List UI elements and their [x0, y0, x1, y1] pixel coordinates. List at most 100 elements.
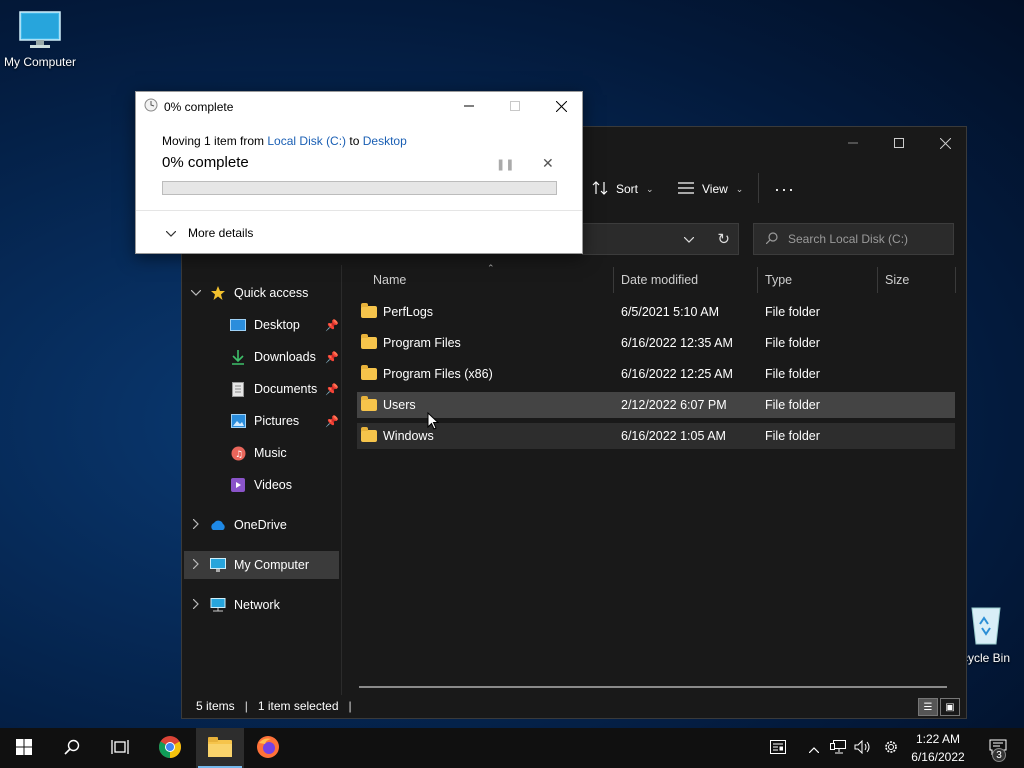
minimize-button[interactable]: [830, 127, 876, 159]
nav-desktop[interactable]: Desktop 📌: [184, 311, 339, 339]
maximize-button[interactable]: [876, 127, 922, 159]
more-options-button[interactable]: ···: [774, 171, 795, 207]
taskbar-clock[interactable]: 1:22 AM 6/16/2022: [904, 730, 972, 766]
source-link[interactable]: Local Disk (C:): [267, 134, 346, 148]
chevron-right-icon[interactable]: [184, 518, 208, 532]
chevron-down-icon: [165, 226, 177, 240]
address-bar[interactable]: ↻: [582, 223, 739, 255]
chevron-down-icon[interactable]: [184, 288, 208, 299]
notification-center-button[interactable]: 3: [978, 728, 1018, 768]
details-view-icon[interactable]: ☰: [918, 698, 938, 716]
clock-date: 6/16/2022: [911, 750, 965, 764]
table-row[interactable]: PerfLogs 6/5/2021 5:10 AM File folder: [357, 299, 955, 325]
cancel-icon[interactable]: ✕: [542, 155, 554, 172]
firefox-taskbar-button[interactable]: [244, 728, 292, 768]
more-details-label: More details: [188, 226, 254, 240]
desktop-icon: [228, 317, 248, 333]
large-icons-view-icon[interactable]: ▣: [940, 698, 960, 716]
pin-icon[interactable]: 📌: [325, 415, 339, 428]
sort-icon: [592, 180, 608, 198]
column-separator[interactable]: [757, 267, 758, 293]
dialog-divider: [136, 210, 582, 211]
chevron-right-icon[interactable]: [184, 558, 208, 572]
recycle-bin-icon: [966, 602, 1006, 649]
nav-my-computer[interactable]: My Computer: [184, 551, 339, 579]
view-icon: [678, 181, 694, 197]
minimize-button[interactable]: [446, 92, 492, 120]
nav-music[interactable]: ♫ Music: [184, 439, 339, 467]
cloud-icon: [208, 517, 228, 533]
monitor-icon: [18, 10, 62, 53]
destination-link[interactable]: Desktop: [363, 134, 407, 148]
close-button[interactable]: [538, 92, 584, 120]
documents-icon: [228, 381, 248, 397]
refresh-icon[interactable]: ↻: [717, 230, 730, 248]
news-icon: [770, 739, 786, 757]
network-tray-button[interactable]: [828, 728, 848, 768]
volume-tray-button[interactable]: [852, 728, 874, 768]
column-header-date[interactable]: Date modified: [621, 265, 757, 295]
desktop-my-computer[interactable]: My Computer: [0, 10, 80, 69]
folder-icon: [361, 303, 377, 318]
table-row-selected[interactable]: Users 2/12/2022 6:07 PM File folder: [357, 392, 955, 418]
nav-label: Downloads: [254, 350, 316, 364]
show-hidden-icons-button[interactable]: [806, 728, 822, 768]
search-placeholder: Search Local Disk (C:): [788, 232, 909, 246]
chevron-right-icon[interactable]: [184, 598, 208, 612]
folder-icon: [361, 427, 377, 442]
music-icon: ♫: [228, 445, 248, 461]
star-icon: [208, 285, 228, 301]
file-name: Program Files: [383, 336, 461, 350]
chrome-taskbar-button[interactable]: [146, 728, 194, 768]
chevron-down-icon[interactable]: [683, 232, 695, 246]
more-details-toggle[interactable]: More details: [165, 226, 254, 240]
table-row[interactable]: Program Files (x86) 6/16/2022 12:25 AM F…: [357, 361, 955, 387]
nav-videos[interactable]: Videos: [184, 471, 339, 499]
notification-count: 3: [992, 748, 1006, 762]
settings-tray-button[interactable]: [880, 728, 902, 768]
column-separator[interactable]: [955, 267, 956, 293]
chevron-down-icon: ⌄: [735, 183, 744, 194]
table-row[interactable]: Program Files 6/16/2022 12:35 AM File fo…: [357, 330, 955, 356]
task-view-button[interactable]: [96, 728, 144, 768]
pin-icon[interactable]: 📌: [325, 383, 339, 396]
file-type: File folder: [765, 398, 820, 412]
pin-icon[interactable]: 📌: [325, 319, 339, 332]
progress-bar: [162, 181, 557, 195]
search-button[interactable]: [48, 728, 96, 768]
pause-icon[interactable]: ❚❚: [496, 158, 514, 171]
network-icon: [830, 739, 846, 757]
status-divider: |: [348, 699, 352, 713]
pane-divider[interactable]: [341, 265, 342, 695]
column-header-type[interactable]: Type: [765, 265, 877, 295]
table-row-hovered[interactable]: Windows 6/16/2022 1:05 AM File folder: [357, 423, 955, 449]
column-separator[interactable]: [877, 267, 878, 293]
gear-icon: [883, 739, 899, 758]
nav-label: Videos: [254, 478, 292, 492]
nav-quick-access[interactable]: Quick access: [184, 279, 339, 307]
nav-network[interactable]: Network: [184, 591, 339, 619]
toolbar-divider: [758, 173, 759, 203]
nav-documents[interactable]: Documents 📌: [184, 375, 339, 403]
videos-icon: [228, 477, 248, 493]
sort-label: Sort: [616, 182, 639, 196]
nav-onedrive[interactable]: OneDrive: [184, 511, 339, 539]
search-input[interactable]: Search Local Disk (C:): [753, 223, 954, 255]
start-button[interactable]: [0, 728, 48, 768]
view-button[interactable]: View ⌄: [678, 171, 743, 207]
pin-icon[interactable]: 📌: [325, 351, 339, 364]
column-header-size[interactable]: Size: [885, 265, 955, 295]
network-icon: [208, 597, 228, 613]
mouse-cursor: [427, 411, 440, 434]
nav-downloads[interactable]: Downloads 📌: [184, 343, 339, 371]
column-separator[interactable]: [613, 267, 614, 293]
horizontal-scrollbar[interactable]: [359, 686, 947, 688]
nav-label: Desktop: [254, 318, 300, 332]
news-widget-button[interactable]: [766, 728, 790, 768]
chrome-icon: [158, 735, 182, 762]
status-divider: |: [244, 699, 248, 713]
file-explorer-taskbar-button[interactable]: [196, 728, 244, 768]
close-button[interactable]: [922, 127, 968, 159]
sort-button[interactable]: Sort ⌄: [592, 171, 654, 207]
nav-pictures[interactable]: Pictures 📌: [184, 407, 339, 435]
